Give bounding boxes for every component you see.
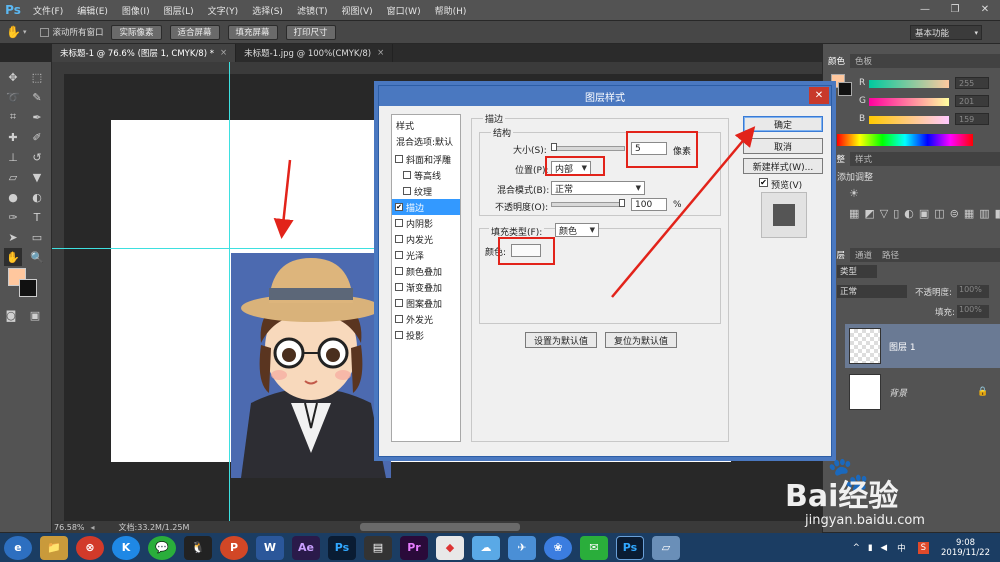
powerpoint-icon[interactable]: P: [220, 535, 248, 560]
photoshop-icon[interactable]: Ps: [328, 535, 356, 560]
clock-date: 2019/11/22: [941, 547, 990, 558]
explorer-icon[interactable]: 📁: [40, 535, 68, 560]
qq-icon[interactable]: 🐧: [184, 535, 212, 560]
arrow-to-image: [273, 159, 294, 239]
start-button[interactable]: e: [4, 535, 32, 560]
baidu-netdisk-icon[interactable]: ❀: [544, 535, 572, 560]
wechat-icon[interactable]: 💬: [148, 535, 176, 560]
system-tray: ^ ▮ ◀ 中 S 9:08 2019/11/22: [849, 533, 1000, 562]
app-icon[interactable]: ◆: [436, 535, 464, 560]
ime-indicator[interactable]: 中: [897, 542, 906, 554]
cloud-icon[interactable]: ☁: [472, 535, 500, 560]
video-editor-icon[interactable]: ▤: [364, 535, 392, 560]
after-effects-icon[interactable]: Ae: [292, 535, 320, 560]
tablet-icon[interactable]: ▱: [652, 535, 680, 560]
clock[interactable]: 9:08 2019/11/22: [941, 538, 990, 558]
watermark-url: jingyan.baidu.com: [805, 513, 925, 528]
volume-icon[interactable]: ◀: [881, 543, 888, 553]
word-icon[interactable]: W: [256, 535, 284, 560]
arrow-to-ok: [611, 126, 756, 298]
premiere-icon[interactable]: Pr: [400, 535, 428, 560]
watermark-brand: Bai经验: [785, 479, 899, 514]
photoshop-active-icon[interactable]: Ps: [616, 535, 644, 560]
kugou-icon[interactable]: K: [112, 535, 140, 560]
feishu-icon[interactable]: ✈: [508, 535, 536, 560]
baidu-watermark: 🐾 Bai经验 jingyan.baidu.com: [745, 455, 995, 533]
sogou-icon[interactable]: S: [917, 541, 929, 554]
tray-arrow-icon[interactable]: ^: [853, 543, 860, 553]
network-icon[interactable]: ▮: [868, 543, 873, 553]
message-icon[interactable]: ✉: [580, 535, 608, 560]
clock-time: 9:08: [955, 537, 976, 548]
netease-icon[interactable]: ⊗: [76, 535, 104, 560]
